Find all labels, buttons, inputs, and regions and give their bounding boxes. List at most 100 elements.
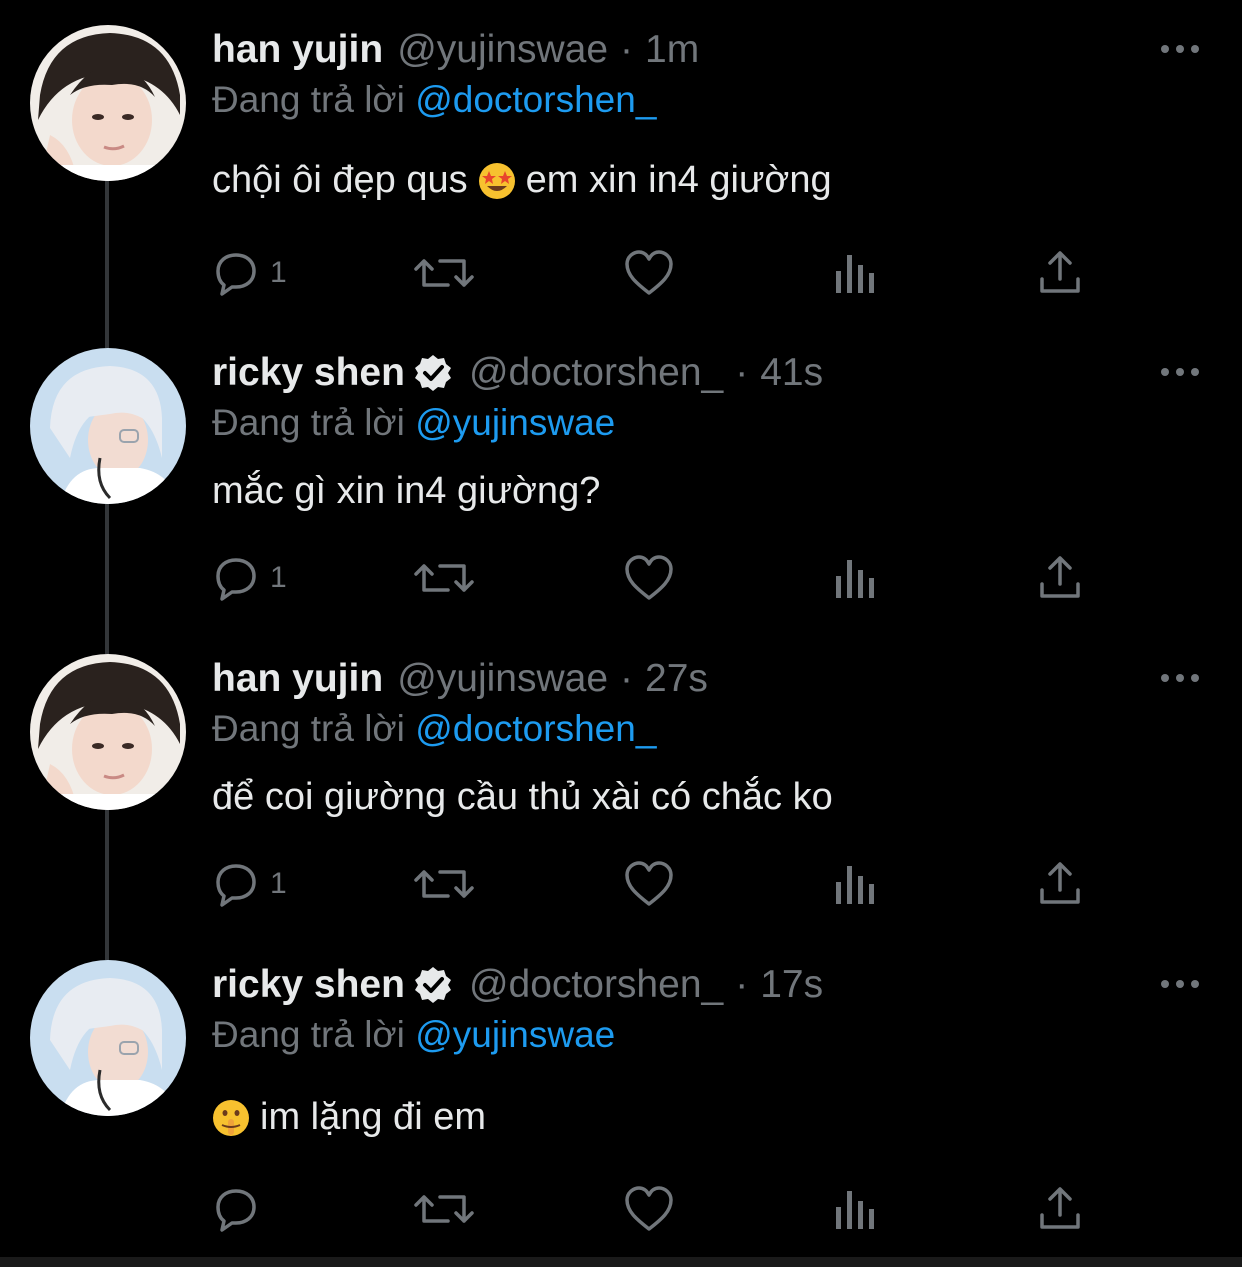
more-icon[interactable] bbox=[1160, 978, 1200, 990]
avatar-ricky-shen bbox=[30, 348, 186, 504]
tweet-text: mắc gì xin in4 giường? bbox=[212, 470, 600, 513]
like-button[interactable] bbox=[624, 1184, 674, 1234]
verified-badge-icon bbox=[413, 965, 453, 1005]
share-button[interactable] bbox=[1038, 553, 1082, 603]
replying-prefix: Đang trả lời bbox=[212, 1014, 405, 1055]
retweet-button[interactable] bbox=[414, 859, 474, 909]
retweet-icon bbox=[414, 259, 474, 287]
share-button[interactable] bbox=[1038, 248, 1082, 298]
share-button[interactable] bbox=[1038, 859, 1082, 909]
separator-dot: · bbox=[735, 963, 749, 1006]
retweet-icon bbox=[414, 564, 474, 592]
retweet-button[interactable] bbox=[414, 1184, 474, 1234]
avatar[interactable] bbox=[30, 654, 186, 810]
replying-prefix: Đang trả lời bbox=[212, 708, 405, 749]
share-icon bbox=[1040, 1187, 1080, 1229]
reply-count: 1 bbox=[270, 867, 287, 900]
views-button[interactable] bbox=[834, 1184, 878, 1234]
replying-prefix: Đang trả lời bbox=[212, 402, 405, 443]
views-icon bbox=[836, 255, 874, 293]
verified-badge-icon bbox=[413, 353, 453, 393]
retweet-icon bbox=[414, 1195, 474, 1223]
tweet-header: han yujin @yujinswae · 27s bbox=[212, 654, 708, 704]
timestamp[interactable]: 41s bbox=[760, 351, 823, 395]
tweet-text: để coi giường cầu thủ xài có chắc ko bbox=[212, 776, 833, 819]
thread-line bbox=[105, 180, 109, 348]
star-struck-emoji bbox=[478, 162, 515, 199]
reply-icon bbox=[216, 253, 256, 296]
avatar[interactable] bbox=[30, 25, 186, 181]
retweet-button[interactable] bbox=[414, 248, 474, 298]
bottom-divider bbox=[0, 1257, 1242, 1267]
display-name[interactable]: ricky shen bbox=[212, 963, 405, 1007]
more-icon[interactable] bbox=[1160, 672, 1200, 684]
separator-dot: · bbox=[735, 351, 749, 394]
tweet-header: han yujin @yujinswae · 1m bbox=[212, 25, 699, 75]
heart-icon bbox=[625, 250, 673, 295]
retweet-icon bbox=[414, 870, 474, 898]
display-name[interactable]: ricky shen bbox=[212, 351, 405, 395]
views-button[interactable] bbox=[834, 859, 878, 909]
handle[interactable]: @doctorshen_ bbox=[469, 351, 723, 395]
timestamp[interactable]: 27s bbox=[645, 657, 708, 701]
handle[interactable]: @yujinswae bbox=[397, 28, 608, 72]
like-button[interactable] bbox=[624, 248, 674, 298]
tweet-text: im lặng đi em bbox=[212, 1096, 486, 1139]
reply-count: 1 bbox=[270, 561, 287, 594]
retweet-button[interactable] bbox=[414, 553, 474, 603]
tweet-header: ricky shen @doctorshen_ · 17s bbox=[212, 960, 823, 1010]
tweet-text-part: để coi giường cầu thủ xài có chắc ko bbox=[212, 776, 833, 818]
replying-to: Đang trả lời @yujinswae bbox=[212, 1014, 615, 1056]
replying-to: Đang trả lời @doctorshen_ bbox=[212, 708, 656, 750]
avatar-ricky-shen bbox=[30, 960, 186, 1116]
handle[interactable]: @doctorshen_ bbox=[469, 963, 723, 1007]
views-button[interactable] bbox=[834, 248, 878, 298]
tweet-text-part: mắc gì xin in4 giường? bbox=[212, 470, 601, 512]
tweet-actions bbox=[212, 1184, 1092, 1234]
thread-line bbox=[105, 810, 109, 960]
tweet-header: ricky shen @doctorshen_ · 41s bbox=[212, 348, 823, 398]
avatar[interactable] bbox=[30, 348, 186, 504]
reply-icon bbox=[216, 1189, 256, 1232]
mention-link[interactable]: @yujinswae bbox=[415, 1014, 615, 1055]
replying-prefix: Đang trả lời bbox=[212, 79, 405, 120]
shushing-face-emoji bbox=[213, 1099, 249, 1136]
more-icon[interactable] bbox=[1160, 366, 1200, 378]
separator-dot: · bbox=[620, 28, 634, 71]
tweet-actions: 1 bbox=[212, 248, 1092, 298]
mention-link[interactable]: @yujinswae bbox=[415, 402, 615, 443]
reply-icon bbox=[216, 558, 256, 601]
tweet-text-part: im lặng đi em bbox=[260, 1096, 486, 1138]
timestamp[interactable]: 1m bbox=[645, 28, 699, 72]
avatar-han-yujin bbox=[30, 25, 186, 181]
like-button[interactable] bbox=[624, 859, 674, 909]
share-icon bbox=[1040, 251, 1080, 293]
more-icon[interactable] bbox=[1160, 43, 1200, 55]
reply-count: 1 bbox=[270, 256, 287, 289]
like-button[interactable] bbox=[624, 553, 674, 603]
replying-to: Đang trả lời @yujinswae bbox=[212, 402, 615, 444]
views-button[interactable] bbox=[834, 553, 878, 603]
share-button[interactable] bbox=[1038, 1184, 1082, 1234]
reply-button[interactable]: 1 bbox=[212, 859, 287, 909]
avatar[interactable] bbox=[30, 960, 186, 1116]
reply-button[interactable]: 1 bbox=[212, 248, 287, 298]
display-name[interactable]: han yujin bbox=[212, 657, 383, 701]
heart-icon bbox=[625, 1186, 673, 1231]
views-icon bbox=[836, 866, 874, 904]
reply-button[interactable]: 1 bbox=[212, 553, 287, 603]
heart-icon bbox=[625, 861, 673, 906]
handle[interactable]: @yujinswae bbox=[397, 657, 608, 701]
tweet-text: chội ôi đẹp qus em xin in4 giường bbox=[212, 159, 832, 202]
tweet-text-part: em xin in4 giường bbox=[525, 159, 832, 201]
views-icon bbox=[836, 560, 874, 598]
reply-icon bbox=[216, 864, 256, 907]
tweet-text-part: chội ôi đẹp qus bbox=[212, 159, 468, 201]
timestamp[interactable]: 17s bbox=[760, 963, 823, 1007]
tweet-actions: 1 bbox=[212, 859, 1092, 909]
avatar-han-yujin bbox=[30, 654, 186, 810]
mention-link[interactable]: @doctorshen_ bbox=[415, 79, 656, 120]
reply-button[interactable] bbox=[212, 1184, 270, 1234]
mention-link[interactable]: @doctorshen_ bbox=[415, 708, 656, 749]
display-name[interactable]: han yujin bbox=[212, 28, 383, 72]
